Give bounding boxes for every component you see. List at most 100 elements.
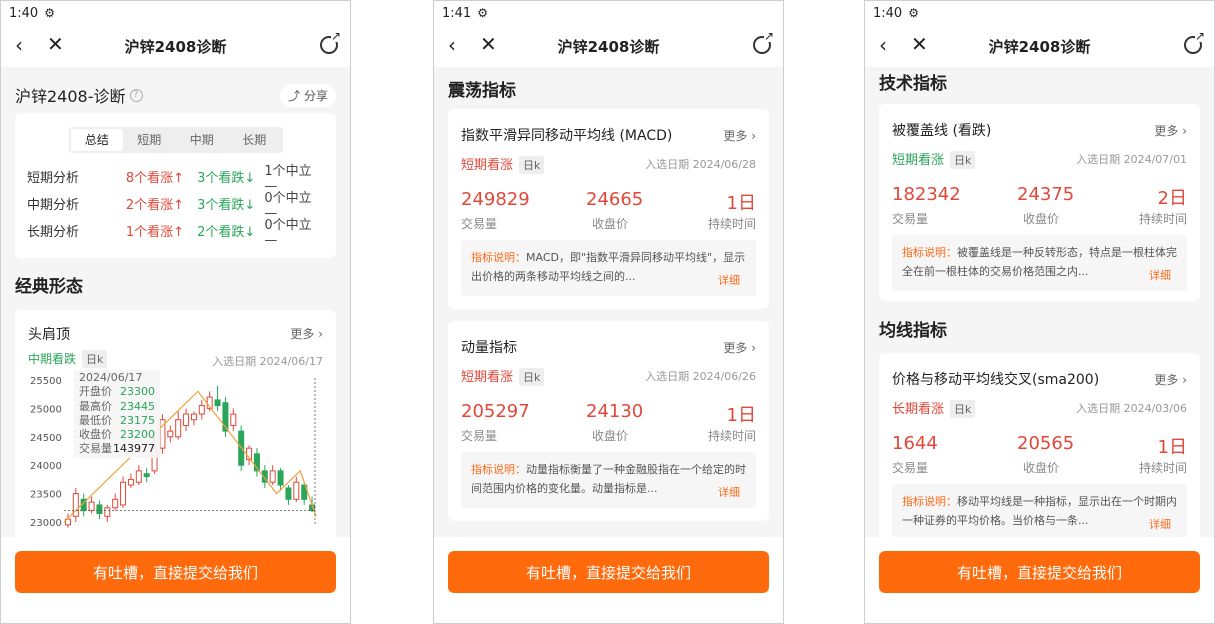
tab-short[interactable]: 短期	[123, 129, 176, 151]
page-title: 沪锌2408诊断	[557, 38, 660, 56]
duration-value: 1日	[726, 193, 756, 214]
bullish-count: 1个看涨↑	[125, 225, 185, 240]
close-label: 收盘价	[592, 429, 629, 443]
candle-body	[230, 413, 237, 426]
summary-title: 沪锌2408-诊断	[15, 87, 126, 106]
duration-value: 2日	[1157, 188, 1187, 209]
indicator-title: 被覆盖线 (看跌)	[892, 123, 992, 139]
indicator-card-momentum[interactable]: 动量指标 更多 › 短期看涨 日k 入选日期 2024/06/26 205297 …	[448, 321, 769, 521]
bearish-count: 3个看跌↓	[197, 171, 256, 186]
select-date: 入选日期 2024/06/28	[645, 158, 756, 171]
status-bar: 1:40 ⚙	[865, 1, 1214, 25]
analysis-row-long: 长期分析 1个看涨↑ 2个看跌↓ 0个中立—	[15, 217, 336, 248]
share-label: 分享	[303, 88, 328, 103]
share-icon[interactable]	[1184, 30, 1205, 54]
volume-value: 249829	[461, 189, 530, 210]
indicator-card-engulfing[interactable]: 被覆盖线 (看跌) 更多 › 短期看涨 日k 入选日期 2024/07/01 18…	[879, 104, 1200, 301]
share-icon[interactable]	[753, 30, 774, 54]
detail-link[interactable]: 详细	[1149, 266, 1171, 285]
section-title-technical: 技术指标	[879, 74, 947, 94]
more-link[interactable]: 更多 ›	[723, 127, 756, 144]
duration-label: 持续时间	[707, 217, 756, 231]
status-time: 1:41	[442, 5, 472, 21]
bullish-count: 8个看涨↑	[125, 171, 185, 186]
volume-value: 1644	[892, 433, 938, 454]
candle-body	[285, 487, 292, 500]
status-time: 1:40	[873, 5, 903, 21]
section-title-classic: 经典形态	[15, 277, 83, 297]
bearish-count: 3个看跌↓	[197, 198, 256, 213]
summary-card: 总结 短期 中期 长期 短期分析 8个看涨↑ 3个看跌↓ 1个中立— 中期分析 …	[15, 113, 336, 258]
y-tick-label: 23000	[30, 518, 62, 528]
candle-body	[135, 470, 142, 483]
signal-tag: 短期看涨 日k	[892, 149, 976, 169]
select-date: 入选日期 2024/03/06	[1076, 402, 1187, 415]
select-date: 入选日期 2024/06/17	[212, 355, 323, 368]
pattern-card[interactable]: 头肩顶 更多 › 中期看跌 日k 入选日期 2024/06/17 25500 250…	[15, 310, 336, 570]
duration-value: 1日	[726, 405, 756, 426]
detail-link[interactable]: 详细	[718, 271, 740, 290]
bearish-count: 2个看跌↓	[197, 225, 256, 240]
share-button[interactable]: ⤴ 分享	[280, 83, 336, 107]
phone-screen-oscillator: 1:41 ⚙ ‹ ✕ 沪锌2408诊断 震荡指标 指数平滑异同移动平均线 (MA…	[433, 0, 784, 624]
candle-body	[96, 504, 103, 514]
indicator-card-macd[interactable]: 指数平滑异同移动平均线 (MACD) 更多 › 短期看涨 日k 入选日期 2024…	[448, 109, 769, 309]
row-name: 短期分析	[27, 171, 80, 186]
gear-icon: ⚙	[477, 6, 488, 20]
duration-label: 持续时间	[1138, 212, 1187, 226]
close-label: 收盘价	[592, 217, 629, 231]
tab-mid[interactable]: 中期	[176, 129, 229, 151]
y-tick-label: 23500	[30, 490, 62, 501]
status-bar: 1:41 ⚙	[434, 1, 783, 25]
question-icon[interactable]: ?	[129, 88, 143, 102]
close-label: 收盘价	[1023, 212, 1060, 226]
more-link[interactable]: 更多 ›	[290, 325, 323, 342]
candle-body	[269, 470, 276, 483]
detail-link[interactable]: 详细	[718, 483, 740, 502]
period-tabs: 总结 短期 中期 长期	[68, 127, 283, 153]
nav-bar: ‹ ✕ 沪锌2408诊断	[434, 25, 783, 67]
tab-long[interactable]: 长期	[228, 129, 281, 151]
candle-body	[120, 481, 127, 506]
volume-label: 交易量	[892, 461, 929, 475]
share-icon[interactable]	[320, 30, 341, 54]
indicator-card-sma200[interactable]: 价格与移动平均线交叉(sma200) 更多 › 长期看涨 日k 入选日期 2024…	[879, 353, 1200, 553]
candle-body	[277, 470, 284, 486]
more-link[interactable]: 更多 ›	[1154, 122, 1187, 139]
signal-tag: 短期看涨 日k	[461, 366, 545, 386]
candle-body	[198, 405, 205, 415]
candle-body	[143, 473, 150, 478]
y-tick-label: 25000	[30, 404, 62, 415]
bullish-count: 2个看涨↑	[125, 198, 185, 213]
detail-link[interactable]: 详细	[1149, 515, 1171, 534]
duration-label: 持续时间	[707, 429, 756, 443]
more-link[interactable]: 更多 ›	[723, 339, 756, 356]
feedback-button[interactable]: 有吐槽，直接提交给我们	[448, 551, 769, 593]
nav-bar: ‹ ✕ 沪锌2408诊断	[865, 25, 1214, 67]
indicator-title: 指数平滑异同移动平均线 (MACD)	[461, 128, 673, 144]
candle-body	[175, 419, 182, 438]
indicator-title: 价格与移动平均线交叉(sma200)	[892, 372, 1100, 388]
close-value: 24665	[586, 189, 644, 210]
select-date: 入选日期 2024/07/01	[1076, 153, 1187, 166]
summary-header: 沪锌2408-诊断 ? ⤴ 分享	[1, 67, 350, 111]
feedback-button[interactable]: 有吐槽，直接提交给我们	[879, 551, 1200, 593]
y-tick-label: 24000	[30, 461, 62, 472]
feedback-button[interactable]: 有吐槽，直接提交给我们	[15, 551, 336, 593]
gear-icon: ⚙	[908, 6, 919, 20]
more-link[interactable]: 更多 ›	[1154, 371, 1187, 388]
chart-svg: 25500 25000 24500 24000 23500 23000	[30, 376, 317, 529]
candle-body	[190, 413, 197, 421]
candle-body	[127, 478, 134, 486]
section-title-oscillator: 震荡指标	[448, 81, 516, 101]
volume-label: 交易量	[461, 429, 498, 443]
tab-summary[interactable]: 总结	[70, 129, 123, 151]
volume-label: 交易量	[892, 212, 929, 226]
close-value: 20565	[1017, 433, 1075, 454]
close-value: 24375	[1017, 184, 1075, 205]
volume-label: 交易量	[461, 217, 498, 231]
nav-bar: ‹ ✕ 沪锌2408诊断	[1, 25, 350, 67]
signal-tag: 短期看涨 日k	[461, 154, 545, 174]
indicator-note: 指标说明：被覆盖线是一种反转形态，特点是一根柱体完全在前一根柱体的交易价格范围之…	[892, 235, 1187, 291]
candlestick-chart[interactable]: 25500 25000 24500 24000 23500 23000 2024/06/1…	[28, 368, 326, 529]
